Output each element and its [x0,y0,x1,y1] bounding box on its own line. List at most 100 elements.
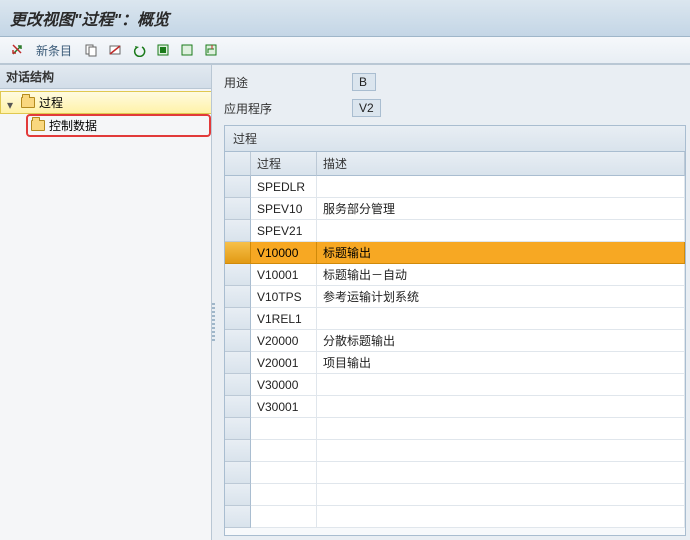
row-selector[interactable] [225,264,251,286]
cell-code[interactable]: V10TPS [251,286,317,308]
cell-desc[interactable]: 标题输出 [317,242,685,264]
cell-desc[interactable] [317,506,685,528]
cell-desc[interactable]: 项目输出 [317,352,685,374]
tree-node-label: 过程 [39,94,63,111]
table-row[interactable]: SPEV21 [225,220,685,242]
row-selector[interactable] [225,374,251,396]
row-selector[interactable] [225,220,251,242]
row-selector[interactable] [225,396,251,418]
sidebar-header: 对话结构 [0,65,211,89]
table-row[interactable] [225,484,685,506]
row-selector[interactable] [225,440,251,462]
grid-body: SPEDLRSPEV10服务部分管理SPEV21V10000标题输出V10001… [225,176,685,535]
cell-code[interactable]: V10000 [251,242,317,264]
row-selector[interactable] [225,506,251,528]
grid-header: 过程 描述 [225,152,685,176]
folder-closed-icon [31,120,45,131]
grid-header-select[interactable] [225,152,251,176]
grid-header-desc[interactable]: 描述 [317,152,685,176]
row-selector[interactable] [225,352,251,374]
form-row-application: 应用程序 V2 [224,99,686,117]
row-selector[interactable] [225,198,251,220]
cell-code[interactable] [251,462,317,484]
cell-desc[interactable]: 分散标题输出 [317,330,685,352]
cell-desc[interactable] [317,308,685,330]
table-row[interactable] [225,462,685,484]
row-selector[interactable] [225,308,251,330]
toolbar: 新条目 [0,37,690,64]
cell-code[interactable] [251,418,317,440]
tree-node-label: 控制数据 [49,117,97,134]
table-row[interactable]: V30000 [225,374,685,396]
form-row-usage: 用途 B [224,73,686,91]
grid: 过程 描述 SPEDLRSPEV10服务部分管理SPEV21V10000标题输出… [225,152,685,535]
table-row[interactable]: SPEDLR [225,176,685,198]
table-row[interactable]: V20000分散标题输出 [225,330,685,352]
grid-title: 过程 [225,126,685,152]
usage-label: 用途 [224,74,352,91]
table-row[interactable] [225,418,685,440]
folder-open-icon [21,97,35,108]
cell-desc[interactable] [317,418,685,440]
row-selector[interactable] [225,418,251,440]
cell-code[interactable]: V20001 [251,352,317,374]
table-row[interactable] [225,440,685,462]
row-selector[interactable] [225,462,251,484]
application-value[interactable]: V2 [352,99,381,117]
cell-desc[interactable] [317,176,685,198]
undo-icon[interactable] [130,41,148,59]
save-icon[interactable] [202,41,220,59]
main-area: 用途 B 应用程序 V2 过程 过程 描述 SPEDLRSPEV10服务部分管理… [216,65,690,540]
splitter-handle[interactable] [212,65,216,540]
cell-desc[interactable] [317,484,685,506]
table-row[interactable]: V10000标题输出 [225,242,685,264]
cell-desc[interactable]: 参考运输计划系统 [317,286,685,308]
table-row[interactable]: V30001 [225,396,685,418]
cell-desc[interactable] [317,374,685,396]
new-entries-button[interactable]: 新条目 [32,42,76,59]
table-row[interactable] [225,506,685,528]
table-row[interactable]: V20001项目输出 [225,352,685,374]
toggle-icon[interactable] [8,41,26,59]
row-selector[interactable] [225,176,251,198]
row-selector[interactable] [225,242,251,264]
cell-code[interactable]: V30001 [251,396,317,418]
copy-icon[interactable] [82,41,100,59]
table-row[interactable]: V10001标题输出－自动 [225,264,685,286]
cell-desc[interactable] [317,220,685,242]
cell-desc[interactable]: 服务部分管理 [317,198,685,220]
cell-desc[interactable] [317,396,685,418]
cell-code[interactable]: SPEV10 [251,198,317,220]
collapse-icon[interactable]: ▾ [7,98,17,108]
select-all-icon[interactable] [154,41,172,59]
grid-container: 过程 过程 描述 SPEDLRSPEV10服务部分管理SPEV21V10000标… [224,125,686,536]
row-selector[interactable] [225,484,251,506]
application-label: 应用程序 [224,100,352,117]
grid-header-code[interactable]: 过程 [251,152,317,176]
cell-code[interactable]: SPEV21 [251,220,317,242]
cell-desc[interactable]: 标题输出－自动 [317,264,685,286]
deselect-all-icon[interactable] [178,41,196,59]
cell-code[interactable] [251,484,317,506]
row-selector[interactable] [225,286,251,308]
cell-desc[interactable] [317,462,685,484]
cell-code[interactable]: V30000 [251,374,317,396]
cell-code[interactable]: V10001 [251,264,317,286]
cell-desc[interactable] [317,440,685,462]
delimit-icon[interactable] [106,41,124,59]
cell-code[interactable]: V20000 [251,330,317,352]
tree-node-control-data[interactable]: 控制数据 [26,114,211,137]
row-selector[interactable] [225,330,251,352]
cell-code[interactable] [251,506,317,528]
sidebar: 对话结构 ▾ 过程 控制数据 [0,65,212,540]
usage-value[interactable]: B [352,73,376,91]
table-row[interactable]: SPEV10服务部分管理 [225,198,685,220]
cell-code[interactable]: SPEDLR [251,176,317,198]
tree-node-process[interactable]: ▾ 过程 [0,91,211,114]
table-row[interactable]: V10TPS参考运输计划系统 [225,286,685,308]
table-row[interactable]: V1REL1 [225,308,685,330]
tree: ▾ 过程 控制数据 [0,89,211,139]
cell-code[interactable]: V1REL1 [251,308,317,330]
page-title: 更改视图"过程"：概览 [0,0,690,37]
cell-code[interactable] [251,440,317,462]
